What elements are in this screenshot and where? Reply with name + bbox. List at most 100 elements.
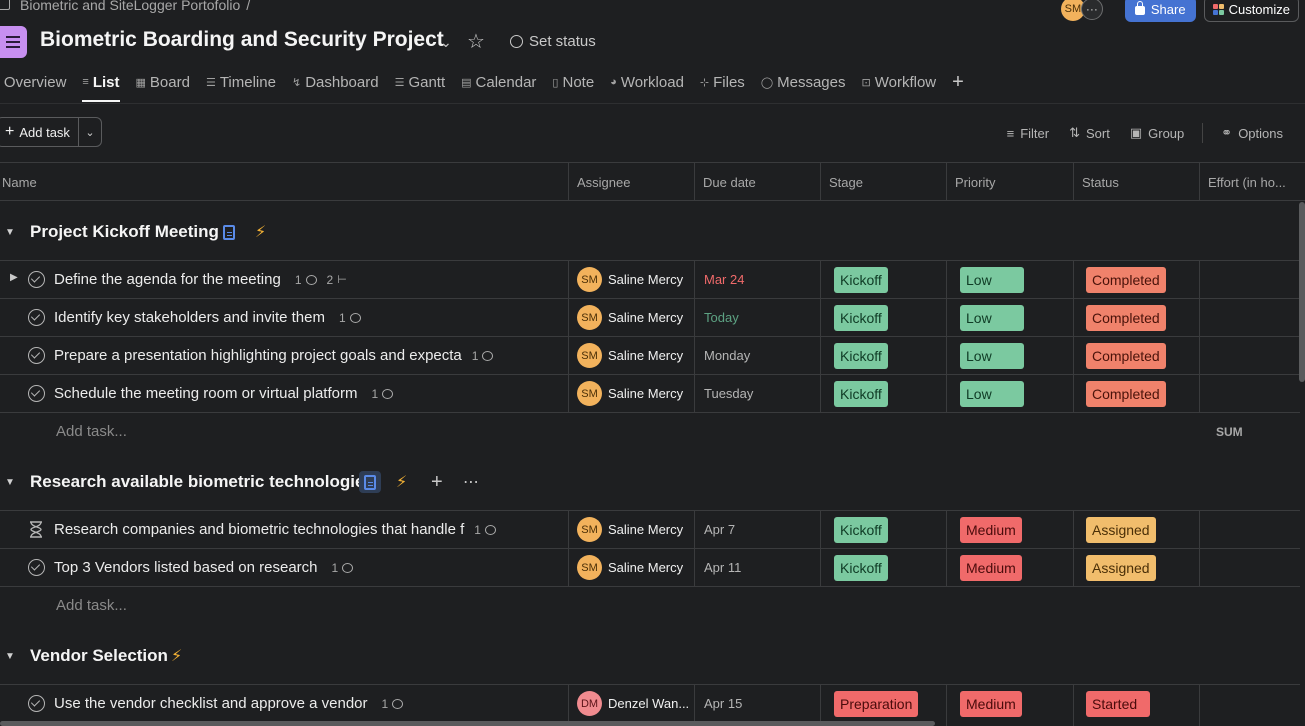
- due-date[interactable]: Tuesday: [704, 375, 753, 412]
- customize-button[interactable]: Customize: [1203, 0, 1299, 22]
- assignee-cell[interactable]: SM Saline Mercy: [577, 299, 683, 336]
- group-button[interactable]: ▣ Group: [1130, 125, 1184, 141]
- status-badge[interactable]: Completed: [1086, 305, 1166, 331]
- stage-badge[interactable]: Kickoff: [834, 555, 888, 581]
- check-circle-icon[interactable]: [28, 559, 45, 576]
- hourglass-icon[interactable]: [29, 521, 43, 538]
- add-task-row[interactable]: Add task... SUM: [0, 412, 1300, 450]
- tab-list[interactable]: ≡ List: [82, 70, 120, 102]
- task-name[interactable]: Research companies and biometric technol…: [54, 511, 496, 548]
- status-badge[interactable]: Assigned: [1086, 555, 1156, 581]
- add-task-inline[interactable]: Add task...: [56, 597, 127, 614]
- options-button[interactable]: ⚭ Options: [1221, 125, 1283, 141]
- chevron-down-icon[interactable]: ⌄: [79, 118, 101, 146]
- priority-badge[interactable]: Medium: [960, 691, 1022, 717]
- assignee-cell[interactable]: SM Saline Mercy: [577, 375, 683, 412]
- column-header-due-date[interactable]: Due date: [694, 163, 820, 201]
- table-row[interactable]: Top 3 Vendors listed based on research 1 …: [0, 548, 1300, 586]
- stage-badge[interactable]: Kickoff: [834, 343, 888, 369]
- vertical-scrollbar[interactable]: [1299, 202, 1305, 382]
- check-circle-icon[interactable]: [28, 347, 45, 364]
- column-header-name[interactable]: Name: [0, 163, 568, 201]
- due-date[interactable]: Apr 11: [704, 549, 741, 586]
- task-name[interactable]: Define the agenda for the meeting 1 2 ⊢: [54, 261, 347, 298]
- table-row[interactable]: Prepare a presentation highlighting proj…: [0, 336, 1300, 374]
- status-badge[interactable]: Completed: [1086, 381, 1166, 407]
- caret-right-icon[interactable]: ▶: [10, 272, 18, 283]
- status-badge[interactable]: Completed: [1086, 343, 1166, 369]
- priority-badge[interactable]: Low: [960, 305, 1024, 331]
- add-task-button[interactable]: + Add task: [0, 118, 79, 146]
- tab-overview[interactable]: ▫Overview: [0, 70, 67, 94]
- section-title[interactable]: Research available biometric technologie…: [30, 472, 374, 492]
- add-task-inline[interactable]: Add task...: [56, 423, 127, 440]
- caret-down-icon[interactable]: ▼: [5, 651, 15, 662]
- lightning-icon[interactable]: ⚡: [255, 222, 266, 242]
- more-members-button[interactable]: ···: [1080, 0, 1103, 20]
- column-header-effort[interactable]: Effort (in ho...: [1199, 163, 1300, 201]
- priority-badge[interactable]: Low: [960, 267, 1024, 293]
- task-name[interactable]: Top 3 Vendors listed based on research 1: [54, 549, 354, 586]
- lightning-icon[interactable]: ⚡: [396, 472, 407, 492]
- plus-icon[interactable]: +: [431, 471, 443, 494]
- tab-note[interactable]: ▯ Note: [552, 70, 594, 94]
- stage-badge[interactable]: Kickoff: [834, 517, 888, 543]
- check-circle-icon[interactable]: [28, 385, 45, 402]
- priority-badge[interactable]: Medium: [960, 517, 1022, 543]
- assignee-cell[interactable]: SM Saline Mercy: [577, 511, 683, 548]
- due-date[interactable]: Monday: [704, 337, 750, 374]
- lightning-icon[interactable]: ⚡: [171, 646, 182, 666]
- project-title[interactable]: Biometric Boarding and Security Project: [40, 28, 444, 52]
- column-header-status[interactable]: Status: [1073, 163, 1199, 201]
- tab-files[interactable]: ⊹ Files: [700, 70, 745, 94]
- check-circle-icon[interactable]: [28, 309, 45, 326]
- column-header-priority[interactable]: Priority: [946, 163, 1073, 201]
- table-row[interactable]: ▶ Define the agenda for the meeting 1 2 ⊢ S…: [0, 260, 1300, 298]
- check-circle-icon[interactable]: [28, 695, 45, 712]
- stage-badge[interactable]: Kickoff: [834, 305, 888, 331]
- column-header-assignee[interactable]: Assignee: [568, 163, 694, 201]
- stage-badge[interactable]: Kickoff: [834, 381, 888, 407]
- due-date[interactable]: Apr 15: [704, 685, 742, 722]
- priority-badge[interactable]: Medium: [960, 555, 1022, 581]
- assignee-cell[interactable]: SM Saline Mercy: [577, 549, 683, 586]
- table-row[interactable]: Identify key stakeholders and invite the…: [0, 298, 1300, 336]
- column-header-stage[interactable]: Stage: [820, 163, 946, 201]
- caret-down-icon[interactable]: ▼: [5, 477, 15, 488]
- set-status-button[interactable]: Set status: [510, 33, 596, 50]
- filter-button[interactable]: ≡ Filter: [1007, 126, 1049, 141]
- stage-badge[interactable]: Preparation: [834, 691, 919, 717]
- table-row[interactable]: Research companies and biometric technol…: [0, 510, 1300, 548]
- due-date[interactable]: Apr 7: [704, 511, 735, 548]
- star-icon[interactable]: ☆: [467, 29, 485, 54]
- status-badge[interactable]: Started: [1086, 691, 1150, 717]
- tab-board[interactable]: ▦ Board: [136, 70, 190, 94]
- share-button[interactable]: Share: [1124, 0, 1196, 22]
- breadcrumb-portfolio[interactable]: Biometric and SiteLogger Portofolio: [20, 0, 240, 13]
- document-icon[interactable]: [218, 221, 240, 243]
- stage-badge[interactable]: Kickoff: [834, 267, 888, 293]
- priority-badge[interactable]: Low: [960, 381, 1024, 407]
- task-name[interactable]: Schedule the meeting room or virtual pla…: [54, 375, 394, 412]
- tab-dashboard[interactable]: ↯ Dashboard: [292, 70, 379, 94]
- add-tab-plus-icon[interactable]: +: [952, 71, 964, 94]
- assignee-cell[interactable]: SM Saline Mercy: [577, 337, 683, 374]
- task-name[interactable]: Prepare a presentation highlighting proj…: [54, 337, 494, 374]
- due-date[interactable]: Mar 24: [704, 261, 744, 298]
- due-date[interactable]: Today: [704, 299, 739, 336]
- sum-label[interactable]: SUM: [1216, 425, 1243, 439]
- table-row[interactable]: Use the vendor checklist and approve a v…: [0, 684, 1300, 722]
- chevron-down-icon[interactable]: ⌄: [440, 34, 452, 51]
- tab-messages[interactable]: ◯ Messages: [761, 70, 846, 94]
- tab-workload[interactable]: ◕ Workload: [610, 70, 684, 94]
- caret-down-icon[interactable]: ▼: [5, 227, 15, 238]
- sort-button[interactable]: ⇅ Sort: [1069, 125, 1110, 141]
- tab-gantt[interactable]: ☰ Gantt: [395, 70, 446, 94]
- add-task-row[interactable]: Add task...: [0, 586, 1300, 624]
- section-title[interactable]: Project Kickoff Meeting: [30, 222, 219, 242]
- task-name[interactable]: Identify key stakeholders and invite the…: [54, 299, 361, 336]
- document-icon[interactable]: [359, 471, 381, 493]
- more-icon[interactable]: ⋯: [463, 472, 480, 492]
- table-row[interactable]: Schedule the meeting room or virtual pla…: [0, 374, 1300, 412]
- horizontal-scrollbar[interactable]: [0, 721, 935, 726]
